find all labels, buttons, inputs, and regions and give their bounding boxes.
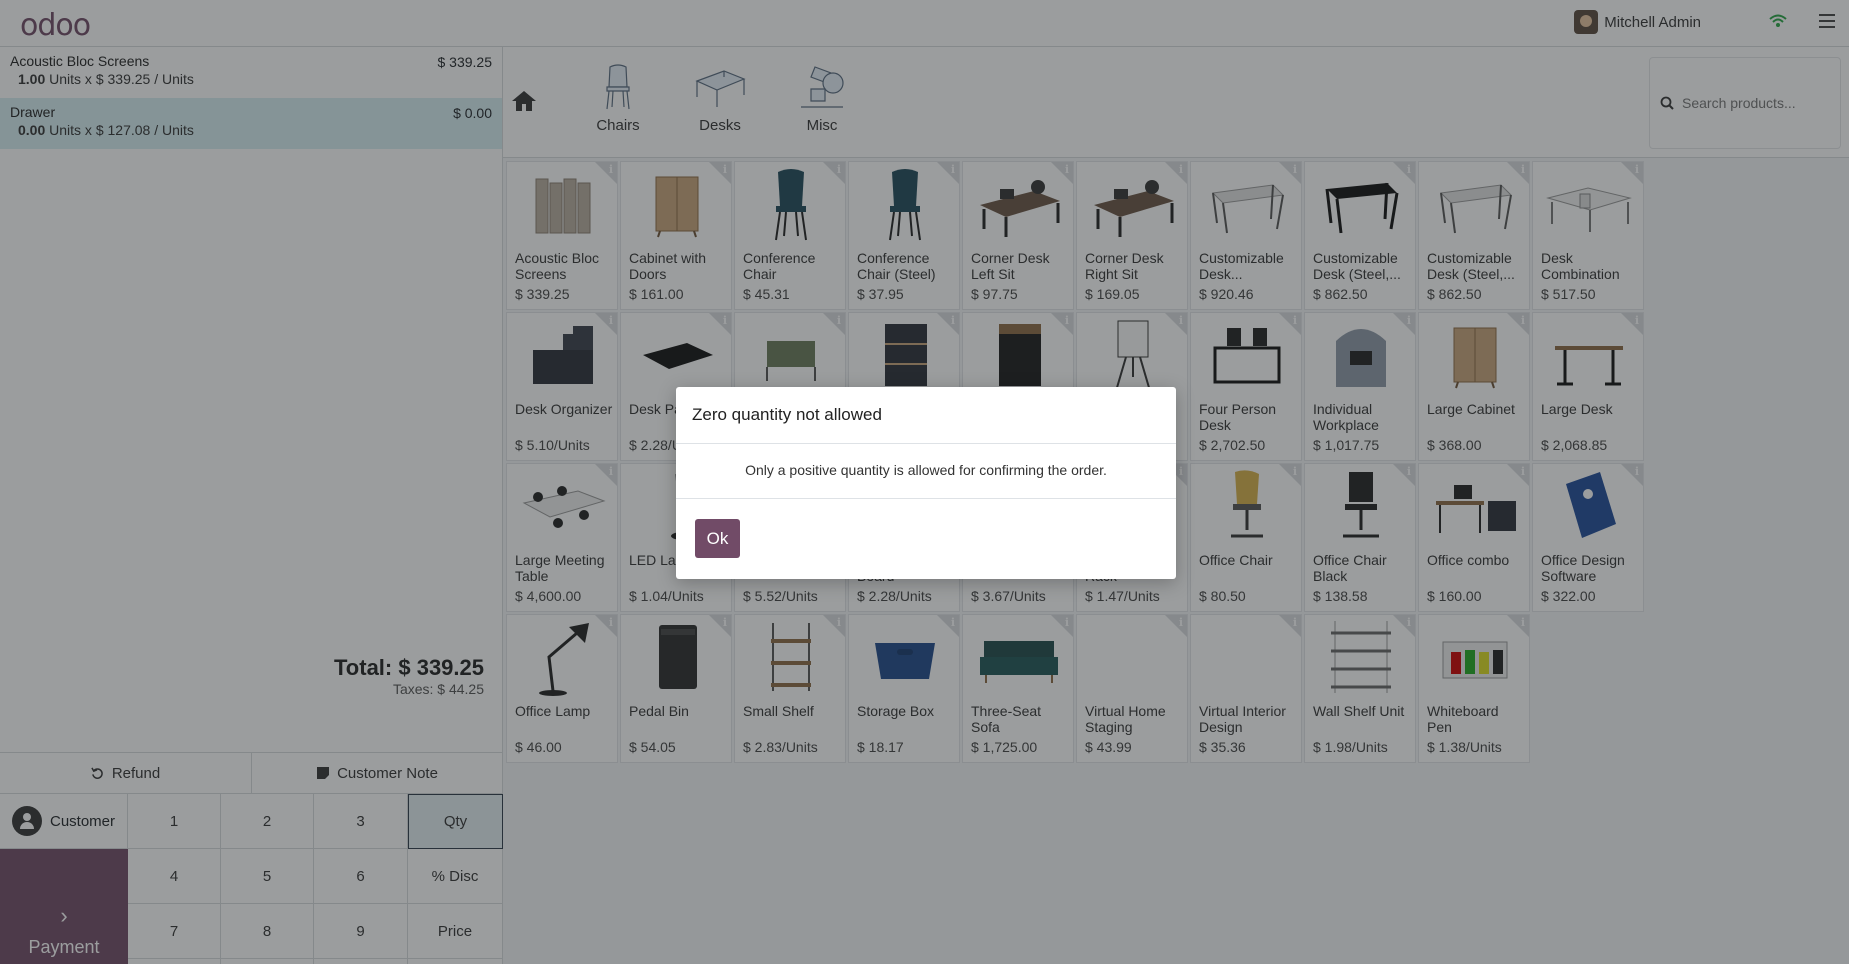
dialog-message: Only a positive quantity is allowed for … (745, 462, 1107, 478)
divider (676, 498, 1176, 499)
dialog-title: Zero quantity not allowed (692, 405, 882, 424)
ok-button[interactable]: Ok (695, 519, 740, 558)
divider (676, 443, 1176, 444)
error-dialog: Zero quantity not allowed Only a positiv… (676, 387, 1176, 579)
